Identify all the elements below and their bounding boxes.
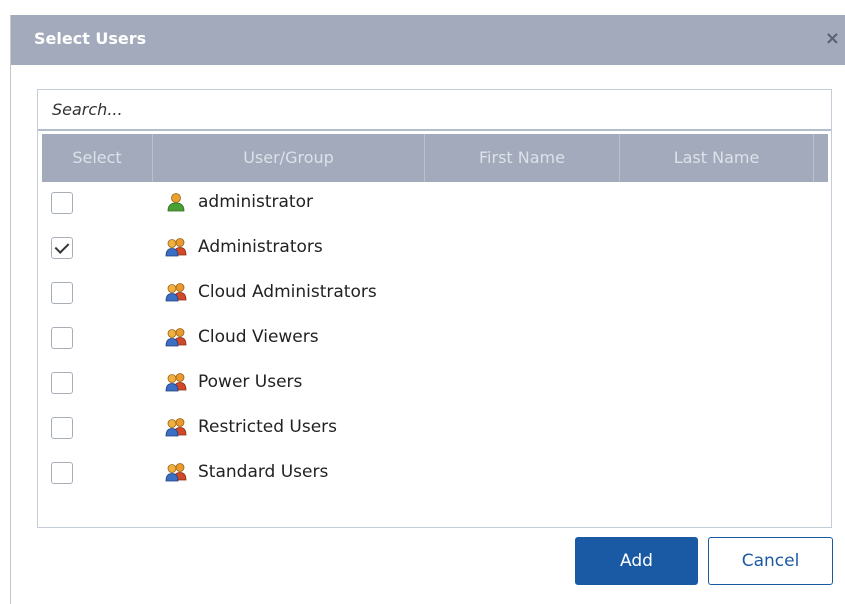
column-header-user-group[interactable]: User/Group bbox=[153, 134, 425, 182]
user-list: administrator Administrators Cloud Adminis… bbox=[38, 182, 831, 497]
table-header: Select User/Group First Name Last Name bbox=[42, 134, 828, 182]
select-checkbox[interactable] bbox=[51, 327, 73, 349]
search-input[interactable] bbox=[38, 90, 831, 131]
table-row[interactable]: Standard Users bbox=[38, 452, 831, 497]
column-header-first-name[interactable]: First Name bbox=[425, 134, 620, 182]
group-icon bbox=[165, 372, 187, 392]
select-checkbox[interactable] bbox=[51, 372, 73, 394]
user-group-name: Standard Users bbox=[198, 462, 329, 482]
select-checkbox[interactable] bbox=[51, 417, 73, 439]
table-row[interactable]: Cloud Administrators bbox=[38, 272, 831, 317]
user-group-name: Restricted Users bbox=[198, 417, 338, 437]
user-icon bbox=[165, 192, 187, 212]
select-users-dialog: Select Users × Select User/Group First N… bbox=[10, 15, 845, 604]
user-group-name: administrator bbox=[198, 192, 313, 212]
select-checkbox[interactable] bbox=[51, 237, 73, 259]
user-list-panel: Select User/Group First Name Last Name a… bbox=[37, 89, 832, 528]
table-row[interactable]: Administrators bbox=[38, 227, 831, 272]
user-group-name: Administrators bbox=[198, 237, 323, 257]
select-checkbox[interactable] bbox=[51, 462, 73, 484]
table-row[interactable]: Cloud Viewers bbox=[38, 317, 831, 362]
dialog-titlebar: Select Users × bbox=[11, 15, 845, 65]
column-header-select[interactable]: Select bbox=[42, 134, 153, 182]
table-row[interactable]: Power Users bbox=[38, 362, 831, 407]
select-checkbox[interactable] bbox=[51, 282, 73, 304]
user-group-name: Cloud Administrators bbox=[198, 282, 377, 302]
group-icon bbox=[165, 282, 187, 302]
group-icon bbox=[165, 417, 187, 437]
table-row[interactable]: Restricted Users bbox=[38, 407, 831, 452]
user-group-name: Power Users bbox=[198, 372, 303, 392]
group-icon bbox=[165, 327, 187, 347]
cancel-button[interactable]: Cancel bbox=[708, 537, 833, 585]
user-group-name: Cloud Viewers bbox=[198, 327, 319, 347]
group-icon bbox=[165, 237, 187, 257]
dialog-title: Select Users bbox=[34, 29, 147, 48]
table-row[interactable]: administrator bbox=[38, 182, 831, 227]
column-header-last-name[interactable]: Last Name bbox=[620, 134, 814, 182]
group-icon bbox=[165, 462, 187, 482]
add-button[interactable]: Add bbox=[575, 537, 698, 585]
select-checkbox[interactable] bbox=[51, 192, 73, 214]
close-icon[interactable]: × bbox=[825, 28, 840, 49]
